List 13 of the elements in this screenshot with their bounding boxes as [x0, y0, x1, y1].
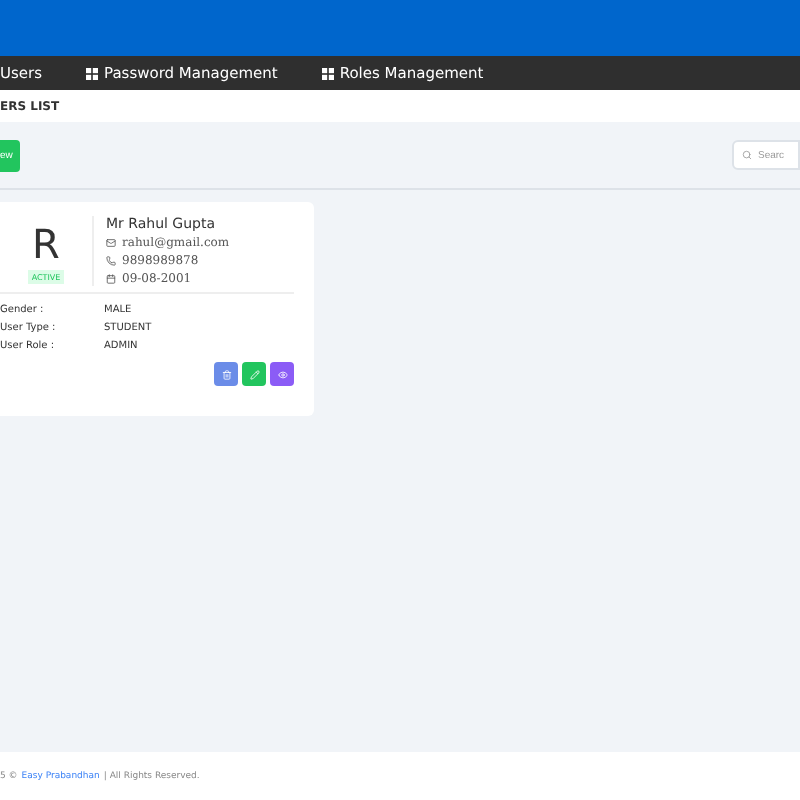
eye-icon [277, 369, 287, 379]
trash-icon [221, 369, 231, 379]
user-initial: R [32, 224, 60, 264]
grid-icon [86, 67, 99, 79]
view-button[interactable] [270, 362, 294, 386]
delete-button[interactable] [214, 362, 238, 386]
edit-button[interactable] [242, 362, 266, 386]
mail-icon [106, 238, 116, 248]
search-icon [742, 150, 752, 160]
pencil-icon [249, 369, 259, 379]
calendar-icon [106, 274, 116, 284]
grid-icon [321, 67, 334, 79]
phone-icon [106, 256, 116, 266]
